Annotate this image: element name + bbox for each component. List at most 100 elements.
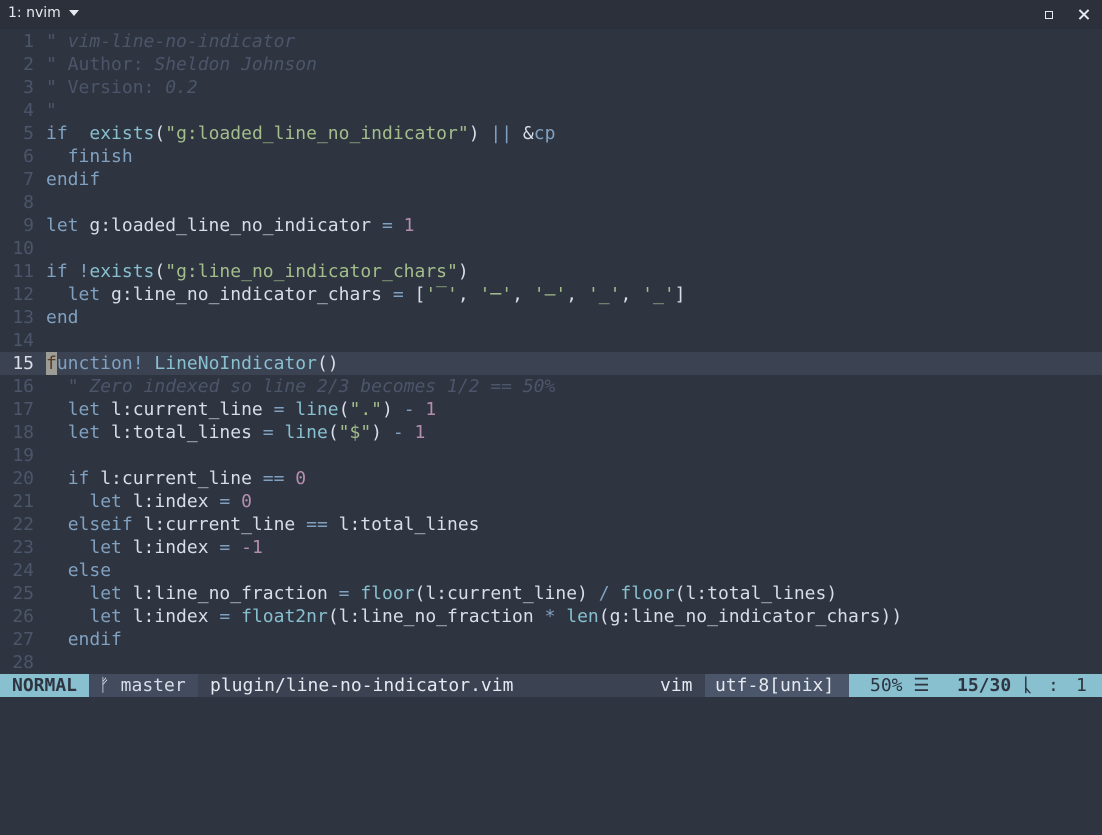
code-line[interactable]: 13 end: [0, 306, 1102, 329]
code-token: "g:loaded_line_no_indicator": [165, 123, 469, 144]
code-token: (l:current_line): [414, 583, 599, 604]
lines-icon: ☰: [913, 675, 930, 696]
code-line[interactable]: 16 " Zero indexed so line 2/3 becomes 1/…: [0, 375, 1102, 398]
git-branch: ᚠ master: [89, 674, 198, 697]
code-token: ): [371, 422, 393, 443]
code-line[interactable]: 23 let l:index = -1: [0, 536, 1102, 559]
code-token: elseif: [67, 514, 133, 535]
percent-value: 50%: [870, 675, 903, 696]
code-token: (g:line_no_indicator_chars)): [598, 606, 903, 627]
code-line[interactable]: 15 function! LineNoIndicator(): [0, 352, 1102, 375]
code-token: else: [67, 560, 112, 581]
code-line[interactable]: 3 " Version: 0.2: [0, 76, 1102, 99]
code-line[interactable]: 22 elseif l:current_line == l:total_line…: [0, 513, 1102, 536]
code-token: " Version:: [46, 77, 166, 98]
code-token: (l:line_no_fraction: [327, 606, 545, 627]
line-text: endif: [34, 168, 100, 191]
line-number: 16: [12, 376, 34, 397]
code-token: ): [468, 123, 491, 144]
line-number: 8: [23, 192, 34, 213]
line-number: 6: [23, 146, 34, 167]
code-token: g:loaded_line_no_indicator: [78, 215, 382, 236]
code-token: g:line_no_indicator_chars: [100, 284, 393, 305]
code-token: &: [512, 123, 534, 144]
code-token: ": [46, 100, 57, 121]
code-token: let: [89, 606, 122, 627]
code-token: -: [392, 422, 404, 443]
git-branch-icon: ᚠ: [99, 675, 110, 696]
code-line[interactable]: 6 finish: [0, 145, 1102, 168]
caret-down-icon: [68, 10, 79, 16]
line-number: 14: [12, 330, 34, 351]
terminal-titlebar: 1: nvim: [0, 0, 1102, 29]
line-text: finish: [34, 145, 133, 168]
code-token: ,: [457, 284, 480, 305]
editor-buffer[interactable]: 1 " vim-line-no-indicator 2 " Author: Sheld…: [0, 30, 1102, 674]
line-text: let l:index = float2nr(l:line_no_fractio…: [34, 605, 902, 628]
line-text: [34, 444, 46, 467]
code-token: ]: [674, 284, 686, 305]
code-line[interactable]: 7 endif: [0, 168, 1102, 191]
line-text: let g:line_no_indicator_chars = ['‾', '─…: [34, 283, 686, 306]
close-button[interactable]: [1075, 6, 1092, 23]
code-line[interactable]: 12 let g:line_no_indicator_chars = ['‾',…: [0, 283, 1102, 306]
code-token: end: [46, 307, 79, 328]
code-token: cp: [533, 123, 556, 144]
column-number: 1: [1076, 675, 1087, 696]
maximize-button[interactable]: [1040, 6, 1057, 23]
code-token: 1: [403, 422, 426, 443]
code-line[interactable]: 28: [0, 651, 1102, 674]
code-line[interactable]: 14: [0, 329, 1102, 352]
code-line[interactable]: 18 let l:total_lines = line("$") - 1: [0, 421, 1102, 444]
code-token: ||: [490, 123, 513, 144]
code-token: floor: [620, 583, 675, 604]
code-token: endif: [67, 629, 122, 650]
code-line[interactable]: 26 let l:index = float2nr(l:line_no_frac…: [0, 605, 1102, 628]
line-number: 28: [12, 652, 34, 673]
line-text: [34, 191, 46, 214]
code-line[interactable]: 27 endif: [0, 628, 1102, 651]
code-line[interactable]: 21 let l:index = 0: [0, 490, 1102, 513]
code-token: '‾': [425, 284, 458, 305]
terminal-tab-dropdown[interactable]: 1: nvim: [8, 5, 79, 21]
code-token: exists: [89, 261, 155, 282]
line-count-value: 15/30: [957, 675, 1012, 696]
file-encoding: utf-8[unix]: [705, 674, 849, 697]
line-number-icon: ᚳ: [1022, 675, 1033, 696]
code-line[interactable]: 5 if exists("g:loaded_line_no_indicator")…: [0, 122, 1102, 145]
code-line[interactable]: 25 let l:line_no_fraction = floor(l:curr…: [0, 582, 1102, 605]
line-number: 21: [12, 491, 34, 512]
code-line[interactable]: 2 " Author: Sheldon Johnson: [0, 53, 1102, 76]
code-token: endif: [46, 169, 101, 190]
line-number: 11: [12, 261, 34, 282]
code-line[interactable]: 19: [0, 444, 1102, 467]
code-token: =: [392, 284, 404, 305]
code-line[interactable]: 17 let l:current_line = line(".") - 1: [0, 398, 1102, 421]
code-line[interactable]: 11 if !exists("g:line_no_indicator_chars"…: [0, 260, 1102, 283]
line-text: let l:current_line = line(".") - 1: [34, 398, 437, 421]
code-token: ,: [620, 284, 643, 305]
line-number: 25: [12, 583, 34, 604]
code-line[interactable]: 24 else: [0, 559, 1102, 582]
code-line[interactable]: 8: [0, 191, 1102, 214]
code-token: let: [89, 583, 122, 604]
line-number: 24: [12, 560, 34, 581]
code-token: "$": [338, 422, 372, 443]
code-line[interactable]: 4 ": [0, 99, 1102, 122]
line-text: let l:index = -1: [34, 536, 262, 559]
line-number: 19: [12, 445, 34, 466]
code-token: '_': [642, 284, 675, 305]
code-line[interactable]: 9 let g:loaded_line_no_indicator = 1: [0, 214, 1102, 237]
code-line[interactable]: 20 if l:current_line == 0: [0, 467, 1102, 490]
code-line[interactable]: 10: [0, 237, 1102, 260]
code-line[interactable]: 1 " vim-line-no-indicator: [0, 30, 1102, 53]
line-text: " Version: 0.2: [34, 76, 198, 99]
line-text: elseif l:current_line == l:total_lines: [34, 513, 480, 536]
